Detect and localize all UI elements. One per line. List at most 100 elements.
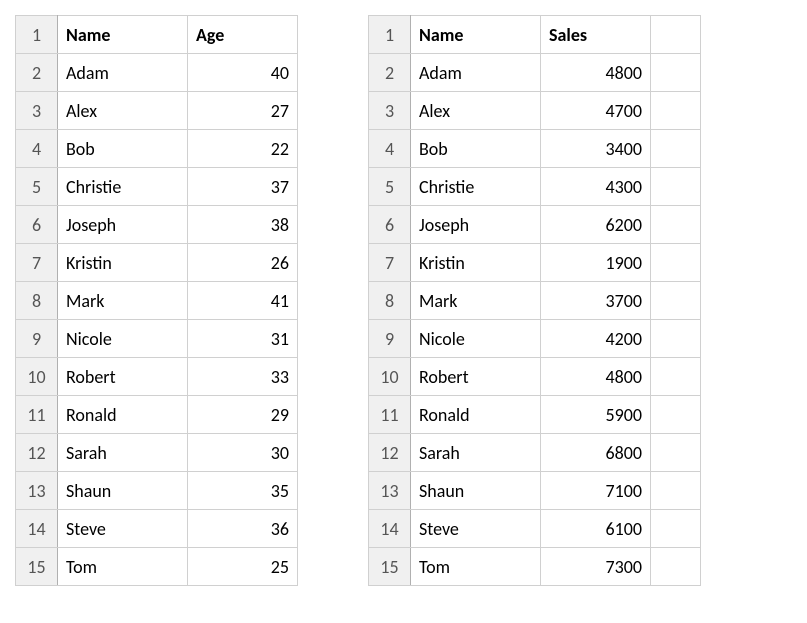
sales-cell[interactable]: 6100: [541, 510, 651, 548]
name-cell[interactable]: Adam: [411, 54, 541, 92]
row-number-cell[interactable]: 5: [16, 168, 58, 206]
name-cell[interactable]: Kristin: [411, 244, 541, 282]
empty-cell[interactable]: [651, 282, 701, 320]
empty-cell[interactable]: [651, 92, 701, 130]
row-number-cell[interactable]: 6: [369, 206, 411, 244]
sales-cell[interactable]: 4800: [541, 54, 651, 92]
name-cell[interactable]: Steve: [58, 510, 188, 548]
age-cell[interactable]: 36: [188, 510, 298, 548]
row-number-cell[interactable]: 8: [369, 282, 411, 320]
row-number-cell[interactable]: 9: [369, 320, 411, 358]
empty-cell[interactable]: [651, 16, 701, 54]
name-cell[interactable]: Tom: [58, 548, 188, 586]
name-cell[interactable]: Robert: [411, 358, 541, 396]
empty-cell[interactable]: [651, 244, 701, 282]
name-cell[interactable]: Ronald: [58, 396, 188, 434]
row-number-cell[interactable]: 2: [369, 54, 411, 92]
name-cell[interactable]: Joseph: [411, 206, 541, 244]
sales-cell[interactable]: 3400: [541, 130, 651, 168]
row-number-cell[interactable]: 14: [16, 510, 58, 548]
name-cell[interactable]: Bob: [411, 130, 541, 168]
row-number-cell[interactable]: 15: [16, 548, 58, 586]
empty-cell[interactable]: [651, 434, 701, 472]
name-cell[interactable]: Adam: [58, 54, 188, 92]
name-cell[interactable]: Christie: [411, 168, 541, 206]
sales-cell[interactable]: 4700: [541, 92, 651, 130]
empty-cell[interactable]: [651, 472, 701, 510]
header-name[interactable]: Name: [58, 16, 188, 54]
age-cell[interactable]: 25: [188, 548, 298, 586]
empty-cell[interactable]: [651, 396, 701, 434]
age-cell[interactable]: 26: [188, 244, 298, 282]
row-number-cell[interactable]: 8: [16, 282, 58, 320]
name-cell[interactable]: Shaun: [411, 472, 541, 510]
empty-cell[interactable]: [651, 548, 701, 586]
name-cell[interactable]: Robert: [58, 358, 188, 396]
name-cell[interactable]: Shaun: [58, 472, 188, 510]
row-number-cell[interactable]: 10: [16, 358, 58, 396]
row-number-cell[interactable]: 1: [369, 16, 411, 54]
name-cell[interactable]: Mark: [411, 282, 541, 320]
empty-cell[interactable]: [651, 510, 701, 548]
empty-cell[interactable]: [651, 168, 701, 206]
name-cell[interactable]: Nicole: [411, 320, 541, 358]
sales-cell[interactable]: 7100: [541, 472, 651, 510]
empty-cell[interactable]: [651, 358, 701, 396]
name-cell[interactable]: Bob: [58, 130, 188, 168]
row-number-cell[interactable]: 1: [16, 16, 58, 54]
row-number-cell[interactable]: 7: [369, 244, 411, 282]
row-number-cell[interactable]: 9: [16, 320, 58, 358]
sales-cell[interactable]: 4800: [541, 358, 651, 396]
row-number-cell[interactable]: 4: [16, 130, 58, 168]
row-number-cell[interactable]: 14: [369, 510, 411, 548]
name-cell[interactable]: Alex: [58, 92, 188, 130]
row-number-cell[interactable]: 15: [369, 548, 411, 586]
name-cell[interactable]: Mark: [58, 282, 188, 320]
row-number-cell[interactable]: 10: [369, 358, 411, 396]
age-cell[interactable]: 37: [188, 168, 298, 206]
age-cell[interactable]: 40: [188, 54, 298, 92]
empty-cell[interactable]: [651, 54, 701, 92]
row-number-cell[interactable]: 11: [16, 396, 58, 434]
empty-cell[interactable]: [651, 130, 701, 168]
header-age[interactable]: Age: [188, 16, 298, 54]
row-number-cell[interactable]: 3: [369, 92, 411, 130]
sales-cell[interactable]: 1900: [541, 244, 651, 282]
name-cell[interactable]: Sarah: [58, 434, 188, 472]
name-cell[interactable]: Kristin: [58, 244, 188, 282]
row-number-cell[interactable]: 4: [369, 130, 411, 168]
header-sales[interactable]: Sales: [541, 16, 651, 54]
name-cell[interactable]: Sarah: [411, 434, 541, 472]
age-cell[interactable]: 27: [188, 92, 298, 130]
sales-cell[interactable]: 7300: [541, 548, 651, 586]
name-cell[interactable]: Ronald: [411, 396, 541, 434]
sales-cell[interactable]: 4200: [541, 320, 651, 358]
row-number-cell[interactable]: 13: [369, 472, 411, 510]
name-cell[interactable]: Christie: [58, 168, 188, 206]
age-cell[interactable]: 41: [188, 282, 298, 320]
row-number-cell[interactable]: 7: [16, 244, 58, 282]
name-cell[interactable]: Steve: [411, 510, 541, 548]
age-cell[interactable]: 22: [188, 130, 298, 168]
name-cell[interactable]: Alex: [411, 92, 541, 130]
header-name[interactable]: Name: [411, 16, 541, 54]
row-number-cell[interactable]: 12: [16, 434, 58, 472]
row-number-cell[interactable]: 3: [16, 92, 58, 130]
row-number-cell[interactable]: 11: [369, 396, 411, 434]
name-cell[interactable]: Nicole: [58, 320, 188, 358]
age-cell[interactable]: 29: [188, 396, 298, 434]
row-number-cell[interactable]: 2: [16, 54, 58, 92]
empty-cell[interactable]: [651, 206, 701, 244]
age-cell[interactable]: 33: [188, 358, 298, 396]
sales-cell[interactable]: 6200: [541, 206, 651, 244]
sales-cell[interactable]: 6800: [541, 434, 651, 472]
empty-cell[interactable]: [651, 320, 701, 358]
age-cell[interactable]: 35: [188, 472, 298, 510]
sales-cell[interactable]: 5900: [541, 396, 651, 434]
sales-cell[interactable]: 4300: [541, 168, 651, 206]
age-cell[interactable]: 38: [188, 206, 298, 244]
sales-cell[interactable]: 3700: [541, 282, 651, 320]
name-cell[interactable]: Tom: [411, 548, 541, 586]
name-cell[interactable]: Joseph: [58, 206, 188, 244]
row-number-cell[interactable]: 13: [16, 472, 58, 510]
